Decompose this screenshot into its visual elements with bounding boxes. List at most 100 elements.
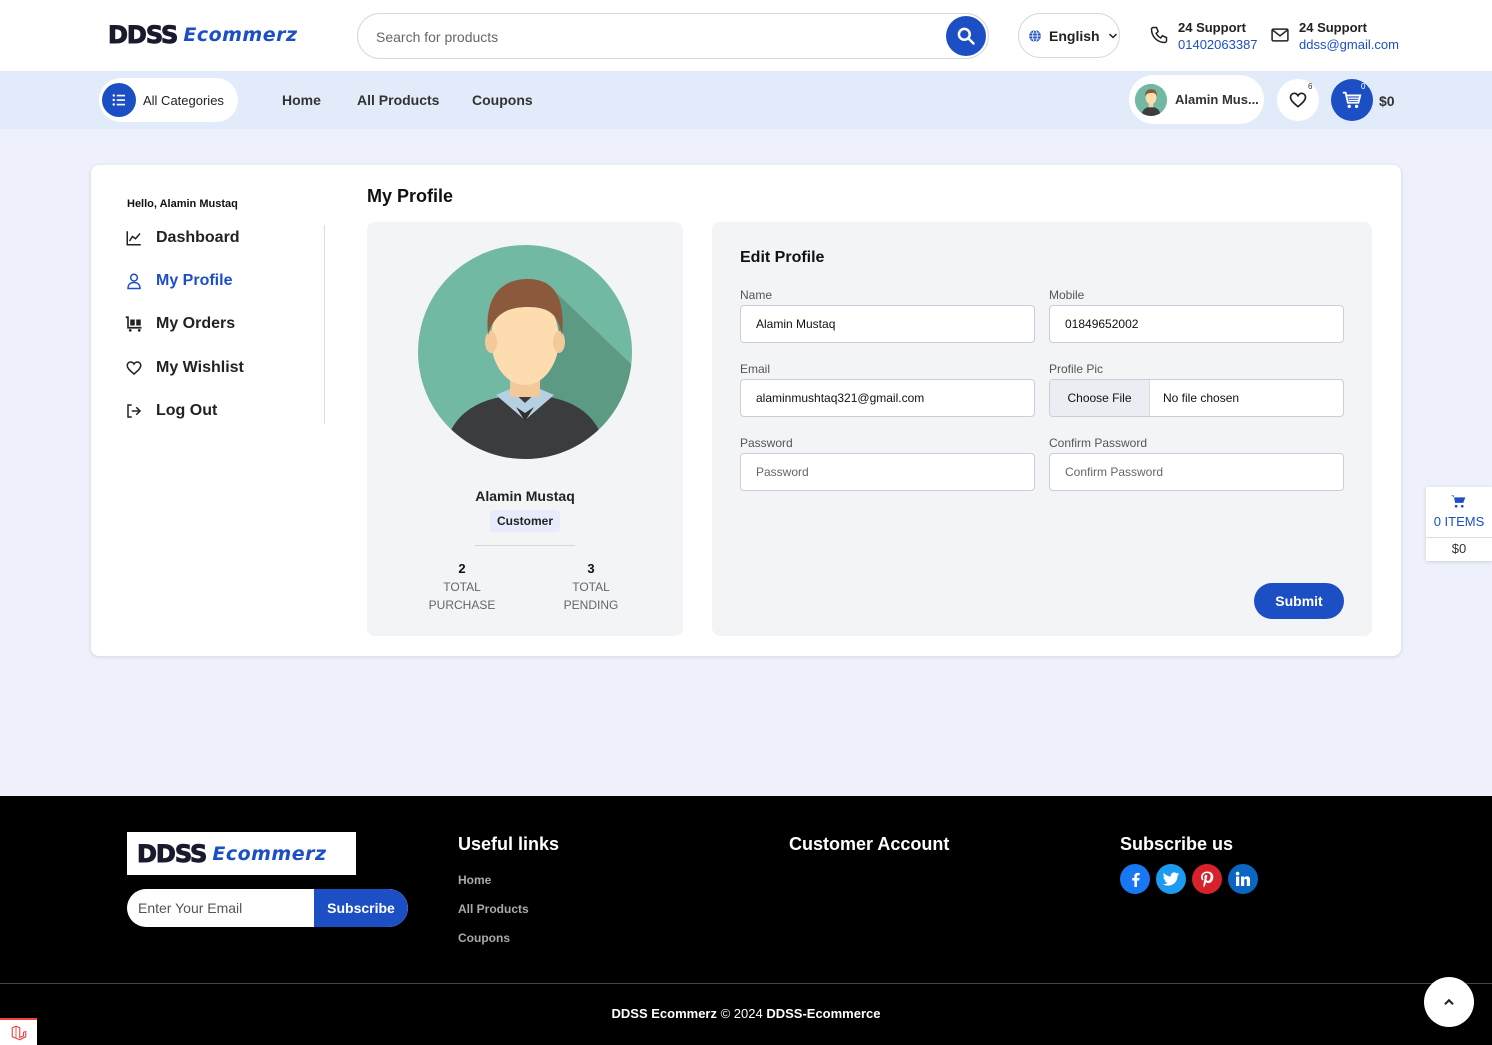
logo-part2: Ecommerz	[183, 24, 298, 46]
nav-all-products[interactable]: All Products	[357, 92, 439, 108]
choose-file-button[interactable]: Choose File	[1050, 380, 1150, 416]
sidebar-item-my-profile[interactable]: My Profile	[125, 272, 232, 290]
submit-button[interactable]: Submit	[1254, 583, 1344, 619]
sidebar-item-my-orders[interactable]: My Orders	[125, 315, 235, 333]
linkedin-icon[interactable]	[1228, 864, 1258, 894]
stat-value: 2	[458, 561, 466, 576]
profile-pic-input: Choose File No file chosen	[1049, 379, 1344, 417]
language-label: English	[1049, 27, 1100, 44]
mobile-label: Mobile	[1049, 288, 1085, 302]
facebook-icon[interactable]	[1120, 864, 1150, 894]
phone-support-number[interactable]: 01402063387	[1178, 36, 1258, 53]
stat-total-purchase: 2 TOTAL PURCHASE	[412, 560, 512, 614]
name-field[interactable]	[740, 305, 1035, 343]
user-menu[interactable]: Alamin Mus...	[1129, 75, 1264, 124]
copyright-company[interactable]: DDSS-Ecommerce	[766, 1006, 880, 1021]
email-label: Email	[740, 362, 771, 376]
cart-icon	[1451, 495, 1466, 508]
cart-total: $0	[1379, 93, 1395, 109]
floating-cart-items: 0 ITEMS	[1433, 514, 1485, 529]
search-icon	[957, 27, 975, 45]
list-icon	[102, 83, 136, 117]
search-button[interactable]	[946, 16, 986, 56]
language-selector[interactable]: English	[1018, 13, 1120, 58]
name-label: Name	[740, 288, 773, 302]
confirm-password-label: Confirm Password	[1049, 436, 1148, 450]
logo-part2: Ecommerz	[212, 842, 327, 865]
footer-logo[interactable]: DDSS Ecommerz	[127, 832, 356, 875]
all-categories-button[interactable]: All Categories	[99, 78, 238, 122]
stat-value: 3	[587, 561, 595, 576]
cart-icon	[1342, 91, 1362, 109]
email-support-address[interactable]: ddss@gmail.com	[1299, 36, 1399, 53]
subscribe-button[interactable]: Subscribe	[314, 889, 408, 927]
search-bar	[357, 13, 989, 59]
floating-cart-total: $0	[1451, 541, 1467, 556]
sidebar-item-label: Log Out	[156, 402, 218, 419]
twitter-icon[interactable]	[1156, 864, 1186, 894]
main-navbar: All Categories Home All Products Coupons…	[0, 71, 1492, 129]
cart-flatbed-icon	[125, 316, 142, 332]
logo-part1: DDSS	[136, 839, 207, 868]
footer-link-all-products[interactable]: All Products	[458, 902, 529, 916]
customer-account-title: Customer Account	[789, 834, 950, 854]
wishlist-button[interactable]: 6	[1277, 79, 1319, 121]
stat-label-2: PENDING	[563, 598, 619, 612]
user-name: Alamin Mus...	[1175, 92, 1259, 107]
top-header: DDSS Ecommerz English 24 Support 0140206…	[0, 0, 1492, 71]
logout-icon	[127, 404, 142, 418]
profile-summary: Alamin Mustaq Customer 2 TOTAL PURCHASE …	[367, 222, 683, 636]
copyright: DDSS Ecommerz © 2024 DDSS-Ecommerce	[0, 1006, 1492, 1021]
sidebar-item-label: My Profile	[156, 272, 233, 289]
edit-profile-title: Edit Profile	[740, 249, 825, 266]
newsletter-form: Subscribe	[127, 889, 408, 927]
nav-coupons[interactable]: Coupons	[472, 92, 533, 108]
sidebar-item-log-out[interactable]: Log Out	[125, 402, 217, 420]
footer-link-home[interactable]: Home	[458, 873, 491, 887]
role-badge: Customer	[490, 510, 560, 532]
avatar	[1135, 83, 1167, 116]
site-footer: DDSS Ecommerz Subscribe Useful links Hom…	[0, 796, 1492, 1045]
file-status: No file chosen	[1163, 391, 1240, 405]
password-field[interactable]	[740, 453, 1035, 491]
email-field[interactable]	[740, 379, 1035, 417]
email-support-title: 24 Support	[1299, 20, 1367, 35]
stat-total-pending: 3 TOTAL PENDING	[541, 560, 641, 614]
nav-home[interactable]: Home	[282, 92, 321, 108]
floating-cart[interactable]: 0 ITEMS $0	[1426, 487, 1492, 561]
chart-icon	[126, 231, 141, 246]
sidebar-item-label: My Wishlist	[156, 359, 244, 376]
sidebar-item-dashboard[interactable]: Dashboard	[125, 229, 240, 247]
subscribe-us-title: Subscribe us	[1120, 834, 1234, 854]
profile-pic-label: Profile Pic	[1049, 362, 1104, 376]
debug-bar-icon[interactable]	[0, 1018, 37, 1045]
globe-icon	[1029, 29, 1041, 42]
copyright-year: © 2024	[716, 1006, 767, 1021]
email-support: 24 Support ddss@gmail.com	[1270, 19, 1399, 53]
account-card: Hello, Alamin Mustaq Dashboard My Profil…	[91, 165, 1401, 656]
sidebar-item-label: My Orders	[156, 315, 236, 332]
pinterest-icon[interactable]	[1192, 864, 1222, 894]
useful-links-title: Useful links	[458, 834, 560, 854]
newsletter-email-input[interactable]	[138, 898, 308, 918]
site-logo[interactable]: DDSS Ecommerz	[107, 21, 298, 50]
mobile-field[interactable]	[1049, 305, 1344, 343]
stat-label-2: PURCHASE	[428, 598, 496, 612]
search-input[interactable]	[376, 26, 936, 48]
copyright-brand[interactable]: DDSS Ecommerz	[612, 1006, 717, 1021]
cart-button[interactable]: 0	[1331, 79, 1373, 121]
password-label: Password	[740, 436, 793, 450]
heart-icon	[126, 361, 142, 375]
sidebar-item-label: Dashboard	[156, 229, 240, 246]
confirm-password-field[interactable]	[1049, 453, 1344, 491]
back-to-top-button[interactable]	[1424, 977, 1474, 1027]
sidebar-item-my-wishlist[interactable]: My Wishlist	[125, 359, 244, 377]
footer-link-coupons[interactable]: Coupons	[458, 931, 510, 945]
chevron-down-icon	[1108, 32, 1117, 39]
all-categories-label: All Categories	[143, 92, 224, 108]
account-sidebar: Dashboard My Profile My Orders My Wishli…	[125, 225, 325, 424]
page-title: My Profile	[367, 186, 454, 206]
profile-avatar	[418, 245, 632, 459]
phone-support: 24 Support 01402063387	[1149, 19, 1258, 53]
profile-name: Alamin Mustaq	[475, 488, 575, 504]
